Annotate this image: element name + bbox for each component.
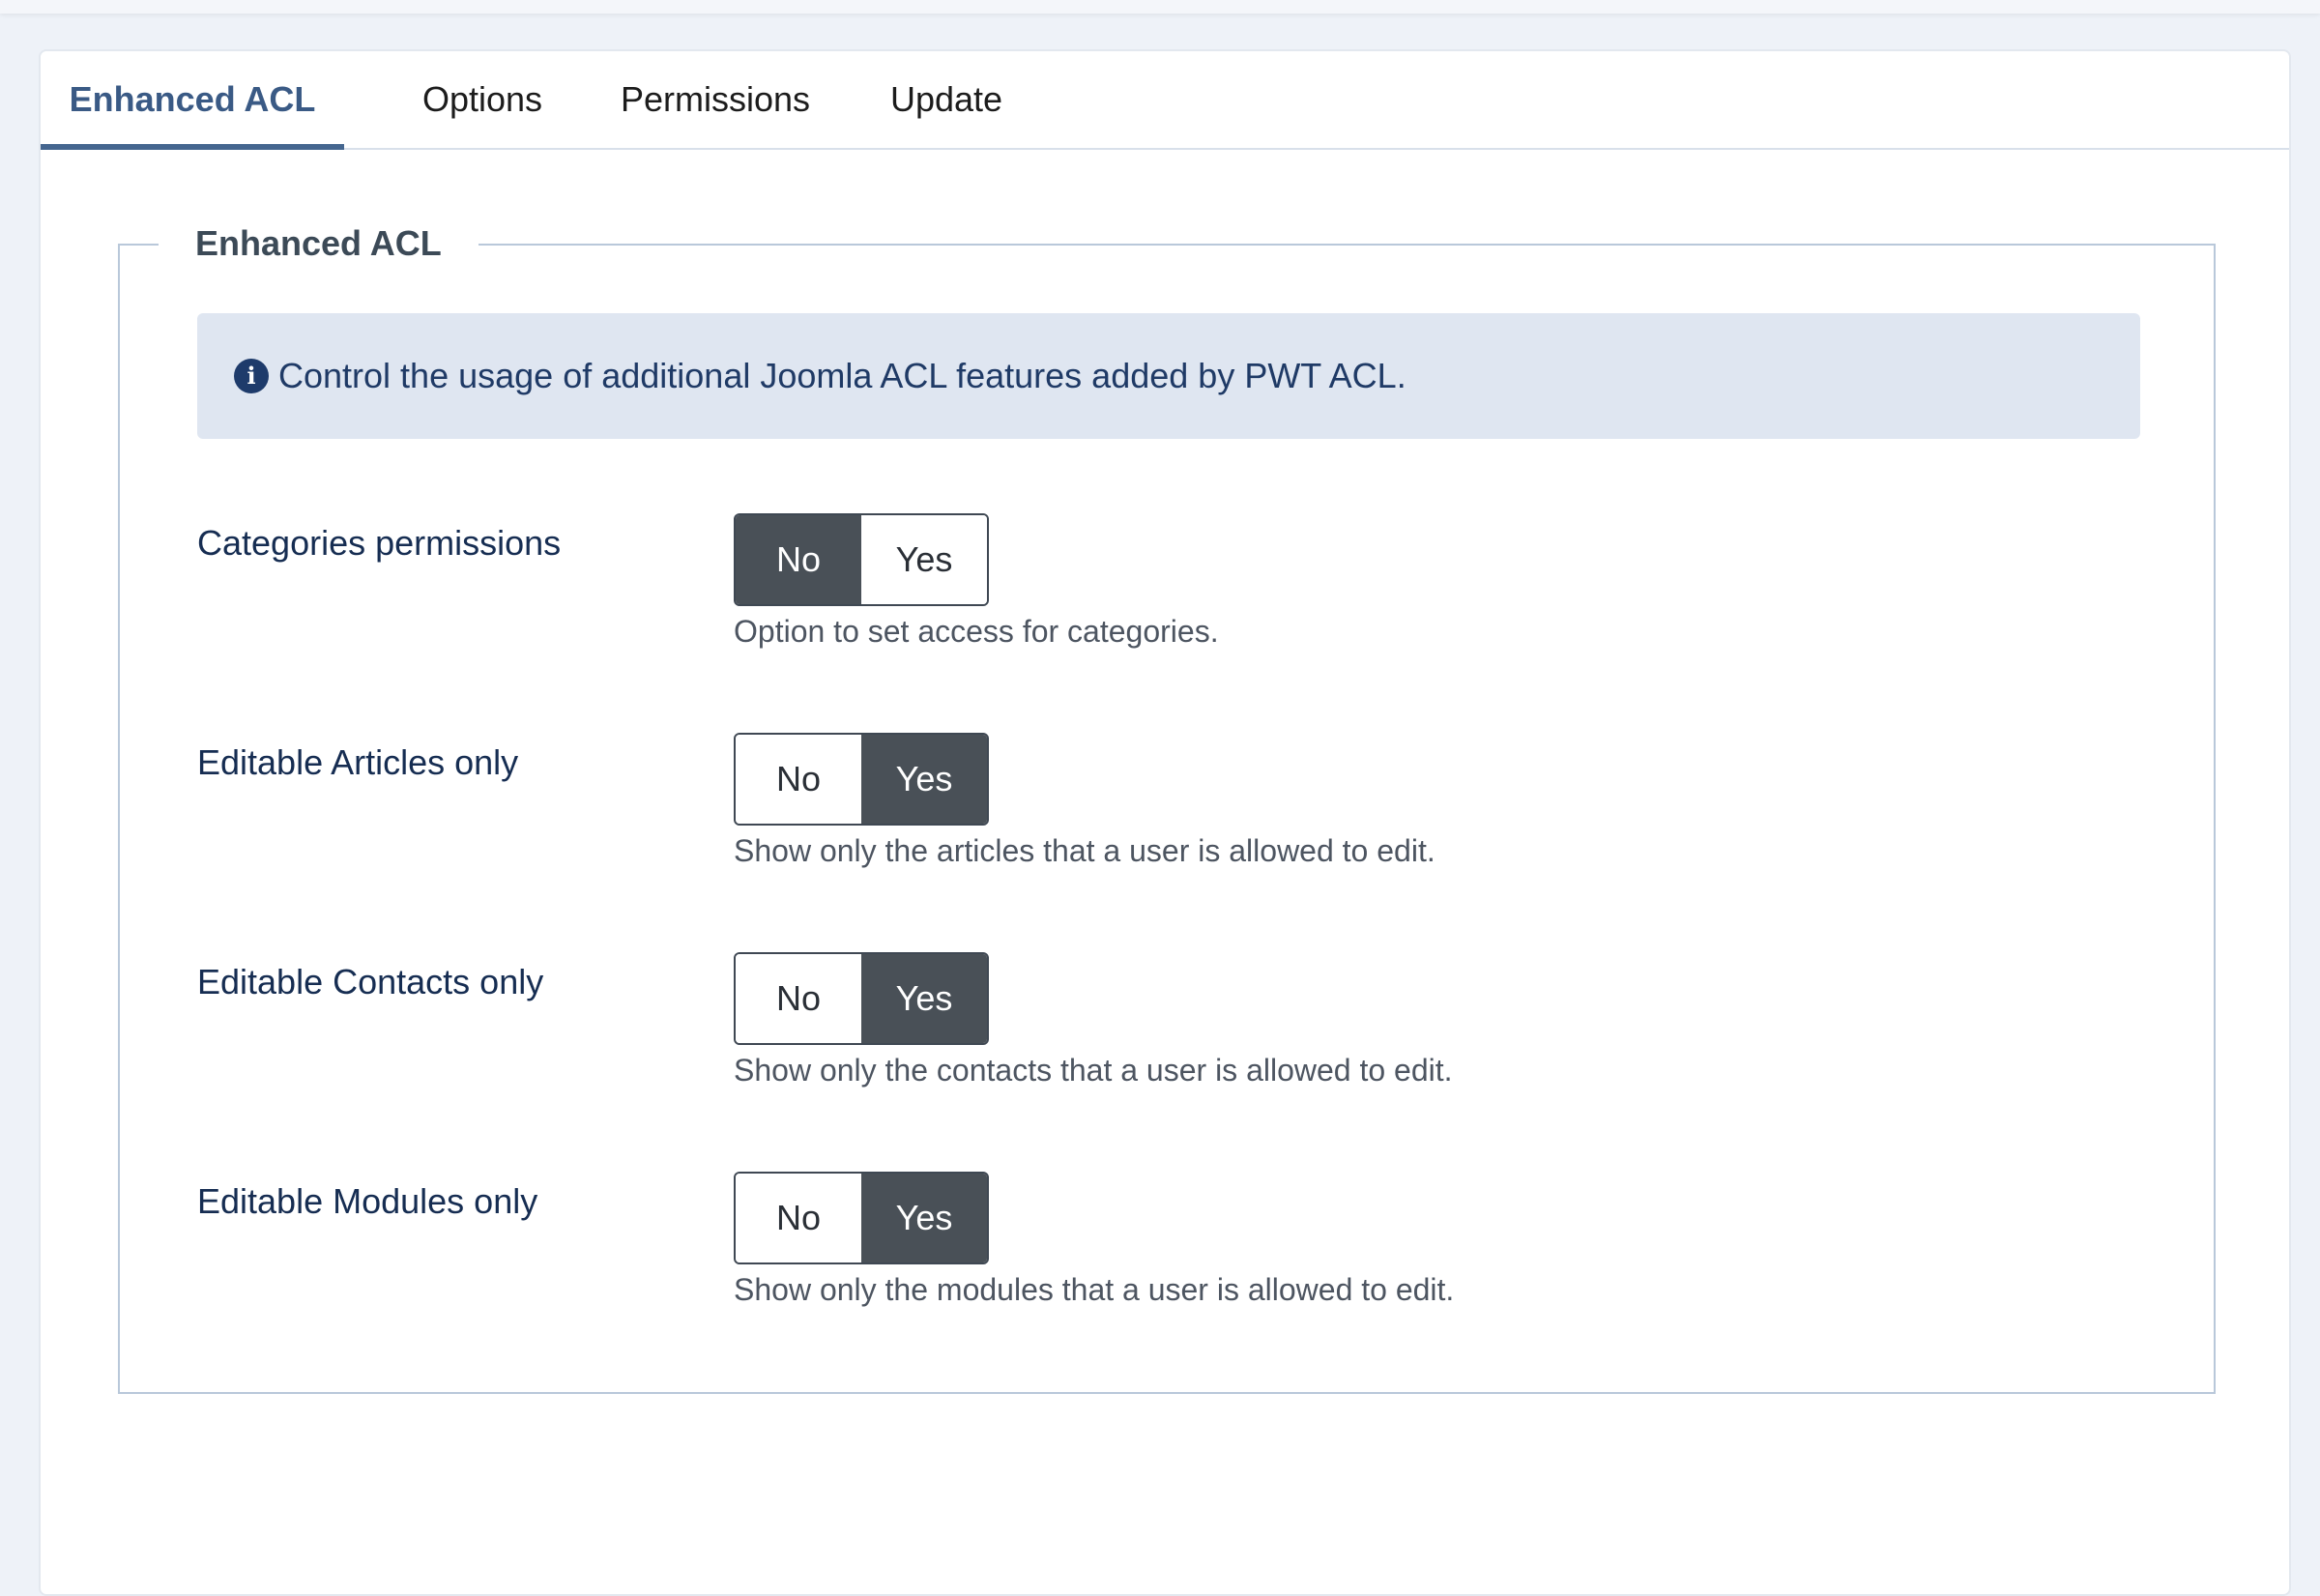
tab-label: Enhanced ACL bbox=[69, 79, 316, 119]
tab-permissions[interactable]: Permissions bbox=[570, 51, 860, 148]
field-description: Option to set access for categories. bbox=[734, 614, 1219, 649]
switcher-editable-modules-only: No Yes bbox=[734, 1172, 989, 1264]
field-label: Editable Contacts only bbox=[197, 962, 544, 1001]
field-label: Editable Modules only bbox=[197, 1181, 538, 1221]
info-icon: i bbox=[234, 359, 269, 393]
switcher-categories-permissions: No Yes bbox=[734, 513, 989, 606]
switcher-editable-contacts-only: No Yes bbox=[734, 952, 989, 1045]
tab-update[interactable]: Update bbox=[843, 51, 1050, 148]
top-strip bbox=[0, 0, 2320, 14]
tab-label: Options bbox=[421, 79, 543, 119]
field-label: Editable Articles only bbox=[197, 742, 519, 782]
field-categories-permissions: Categories permissions No Yes Option to … bbox=[197, 513, 2131, 668]
alert-text: Control the usage of additional Joomla A… bbox=[278, 356, 1406, 395]
info-alert: i Control the usage of additional Joomla… bbox=[197, 313, 2140, 439]
option-no[interactable]: No bbox=[736, 515, 861, 604]
fieldset-legend: Enhanced ACL bbox=[159, 218, 478, 269]
field-description: Show only the modules that a user is all… bbox=[734, 1272, 1455, 1307]
tab-enhanced-acl[interactable]: Enhanced ACL bbox=[41, 51, 344, 150]
field-label: Categories permissions bbox=[197, 523, 562, 563]
tab-label: Permissions bbox=[620, 79, 811, 119]
field-editable-contacts-only: Editable Contacts only No Yes Show only … bbox=[197, 952, 2131, 1107]
settings-card: Enhanced ACL Options Permissions Update … bbox=[39, 49, 2291, 1596]
tab-bar: Enhanced ACL Options Permissions Update bbox=[41, 51, 2289, 150]
field-description: Show only the articles that a user is al… bbox=[734, 833, 1436, 868]
active-tab-indicator bbox=[41, 144, 344, 150]
tab-options[interactable]: Options bbox=[379, 51, 586, 148]
switcher-editable-articles-only: No Yes bbox=[734, 733, 989, 826]
enhanced-acl-fieldset: Enhanced ACL i Control the usage of addi… bbox=[118, 218, 2216, 1394]
option-yes[interactable]: Yes bbox=[861, 1174, 987, 1262]
option-yes[interactable]: Yes bbox=[861, 954, 987, 1043]
tab-label: Update bbox=[889, 79, 1003, 119]
option-yes[interactable]: Yes bbox=[861, 515, 987, 604]
field-description: Show only the contacts that a user is al… bbox=[734, 1053, 1453, 1088]
field-editable-articles-only: Editable Articles only No Yes Show only … bbox=[197, 733, 2131, 887]
option-no[interactable]: No bbox=[736, 735, 861, 824]
field-editable-modules-only: Editable Modules only No Yes Show only t… bbox=[197, 1172, 2131, 1326]
option-no[interactable]: No bbox=[736, 954, 861, 1043]
option-yes[interactable]: Yes bbox=[861, 735, 987, 824]
option-no[interactable]: No bbox=[736, 1174, 861, 1262]
